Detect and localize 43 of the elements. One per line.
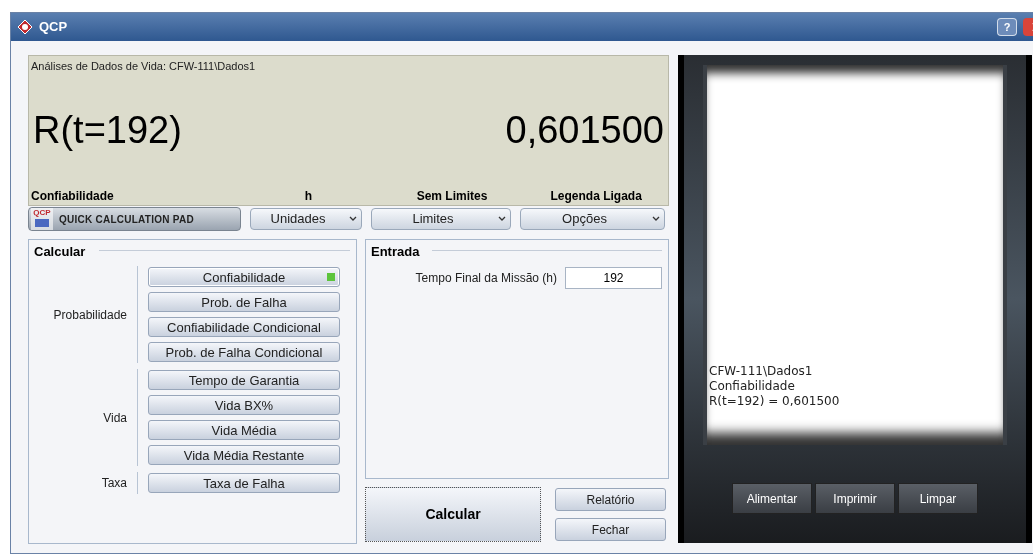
action-button[interactable]: Relatório: [555, 488, 666, 511]
caret-icon: [349, 216, 357, 222]
group-title: Entrada: [371, 243, 420, 261]
group-label: Vida: [102, 409, 128, 427]
calculation-button[interactable]: Vida Média Restante: [148, 445, 340, 465]
calculation-button[interactable]: Vida Média: [148, 420, 340, 440]
caret-icon: [498, 216, 506, 222]
status-label: Confiabilidade: [31, 188, 115, 205]
expression-text: R(t=192): [33, 107, 182, 153]
status-label: h: [303, 188, 314, 205]
status-label: Sem Limites: [415, 188, 489, 205]
printout-line: Confiabilidade: [709, 379, 796, 394]
caret-icon: [652, 216, 660, 222]
printer-button[interactable]: Imprimir: [815, 483, 895, 514]
printer-button[interactable]: Alimentar: [732, 483, 812, 514]
app-logo-icon: [17, 19, 33, 35]
status-label: Legenda Ligada: [549, 188, 643, 205]
dropdown[interactable]: Limites: [371, 208, 511, 230]
printout-line: R(t=192) = 0,601500: [709, 394, 841, 409]
calculation-button[interactable]: Confiabilidade: [148, 267, 340, 287]
qcp-logo-icon: QCP: [31, 208, 53, 230]
group-label: Probabilidade: [52, 306, 128, 324]
group-title: Calcular: [34, 243, 86, 261]
calculation-button[interactable]: Vida BX%: [148, 395, 340, 415]
printer-button[interactable]: Limpar: [898, 483, 978, 514]
window-title: QCP: [39, 18, 68, 37]
calculation-button[interactable]: Confiabilidade Condicional: [148, 317, 340, 337]
selected-indicator-icon: [327, 273, 335, 281]
result-value: 0,601500: [505, 107, 664, 153]
source-label: Análises de Dados de Vida: CFW-111\Dados1: [31, 59, 257, 74]
calculation-button[interactable]: Prob. de Falha Condicional: [148, 342, 340, 362]
action-button[interactable]: Fechar: [555, 518, 666, 541]
calculation-button[interactable]: Prob. de Falha: [148, 292, 340, 312]
dropdown[interactable]: Opções: [520, 208, 665, 230]
mission-time-field[interactable]: 192: [565, 267, 662, 289]
calculate-button[interactable]: Calcular: [365, 487, 541, 542]
quick-calculation-pad-button[interactable]: QCP QUICK CALCULATION PAD: [28, 207, 241, 231]
dropdown[interactable]: Unidades: [250, 208, 362, 230]
printout-line: CFW-111\Dados1: [709, 364, 814, 379]
group-label: Taxa: [100, 475, 128, 492]
calculation-button[interactable]: Taxa de Falha: [148, 473, 340, 493]
calculation-button[interactable]: Tempo de Garantia: [148, 370, 340, 390]
field-label: Tempo Final da Missão (h): [415, 270, 557, 287]
